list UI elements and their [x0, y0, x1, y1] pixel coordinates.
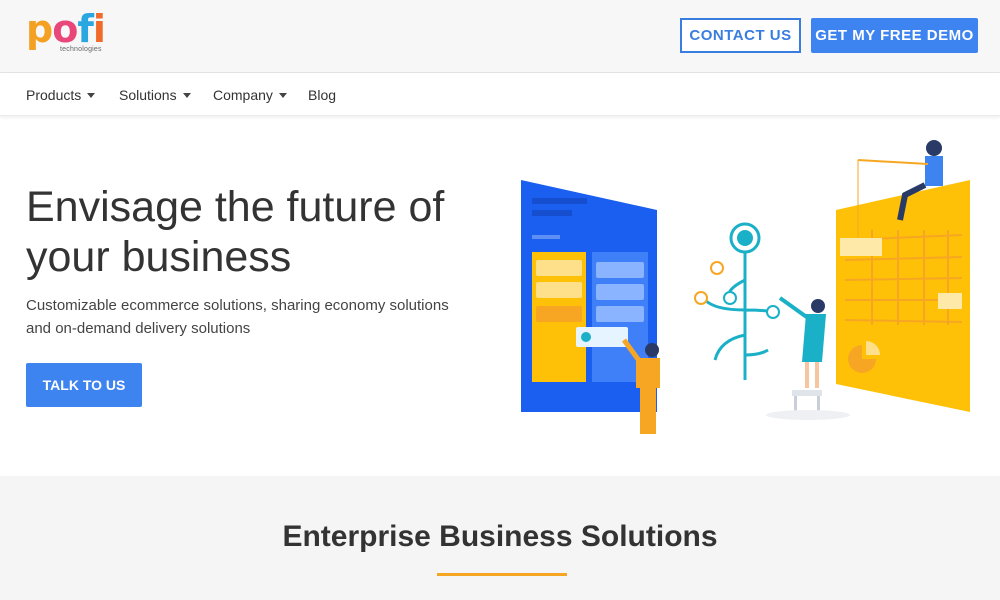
- tree-node: [710, 261, 724, 275]
- free-demo-button[interactable]: GET MY FREE DEMO: [811, 18, 978, 53]
- woman-leg: [805, 362, 809, 388]
- board-line: [532, 235, 560, 239]
- sitting-woman-body: [925, 156, 943, 186]
- tree-node: [723, 291, 737, 305]
- sitting-woman-head: [926, 140, 942, 156]
- section-title: Enterprise Business Solutions: [282, 520, 718, 553]
- hero-illustration: [521, 140, 970, 434]
- tree-node: [694, 291, 708, 305]
- fishing-rod: [857, 159, 929, 165]
- man-legs: [640, 388, 656, 434]
- hero-title: Envisage the future of your business: [26, 183, 445, 281]
- nav-item-label: Blog: [308, 86, 337, 103]
- logo-subtext: technologies: [60, 46, 102, 53]
- tree-node: [766, 305, 780, 319]
- caret-down-icon: [278, 93, 287, 98]
- board-note: [938, 293, 962, 309]
- nav-item-solutions[interactable]: Solutions: [119, 73, 191, 116]
- nav-item-blog[interactable]: Blog: [308, 73, 336, 116]
- main-nav: Products Solutions Company Blog: [0, 73, 1000, 116]
- tree-circle-core: [737, 230, 753, 246]
- blue-card: [596, 306, 644, 322]
- board-note: [840, 238, 882, 256]
- man-body: [636, 358, 660, 388]
- hero-subtitle: Customizable ecommerce solutions, sharin…: [26, 297, 449, 337]
- man-head: [645, 343, 659, 357]
- nav-item-company[interactable]: Company: [213, 73, 287, 116]
- woman-head: [811, 299, 825, 313]
- nav-item-label: Products: [26, 86, 82, 103]
- talk-to-us-button[interactable]: TALK TO US: [26, 363, 142, 407]
- caret-down-icon: [87, 93, 96, 98]
- woman-leg: [815, 362, 819, 388]
- nav-item-label: Solutions: [119, 86, 177, 103]
- nav-item-label: Company: [213, 86, 273, 103]
- section-accent-line: [437, 573, 567, 576]
- blue-card: [596, 262, 644, 278]
- orange-card: [536, 306, 582, 322]
- stool-top: [792, 390, 822, 396]
- pofi-logo[interactable]: pofi technologies: [26, 7, 116, 58]
- blue-card: [596, 284, 644, 300]
- caret-down-icon: [182, 93, 191, 98]
- enterprise-section: Enterprise Business Solutions: [0, 476, 1000, 600]
- board-line: [532, 198, 587, 204]
- woman-arm: [778, 296, 810, 320]
- nav-item-products[interactable]: Products: [26, 73, 96, 116]
- board-line: [532, 210, 572, 216]
- contact-us-button[interactable]: CONTACT US: [680, 18, 801, 53]
- woman-dress: [802, 314, 826, 362]
- shadow: [766, 410, 850, 420]
- yellow-card: [536, 260, 582, 276]
- yellow-card: [536, 282, 582, 298]
- top-header: pofi technologies CONTACT US GET MY FREE…: [0, 0, 1000, 73]
- card-dot: [581, 332, 591, 342]
